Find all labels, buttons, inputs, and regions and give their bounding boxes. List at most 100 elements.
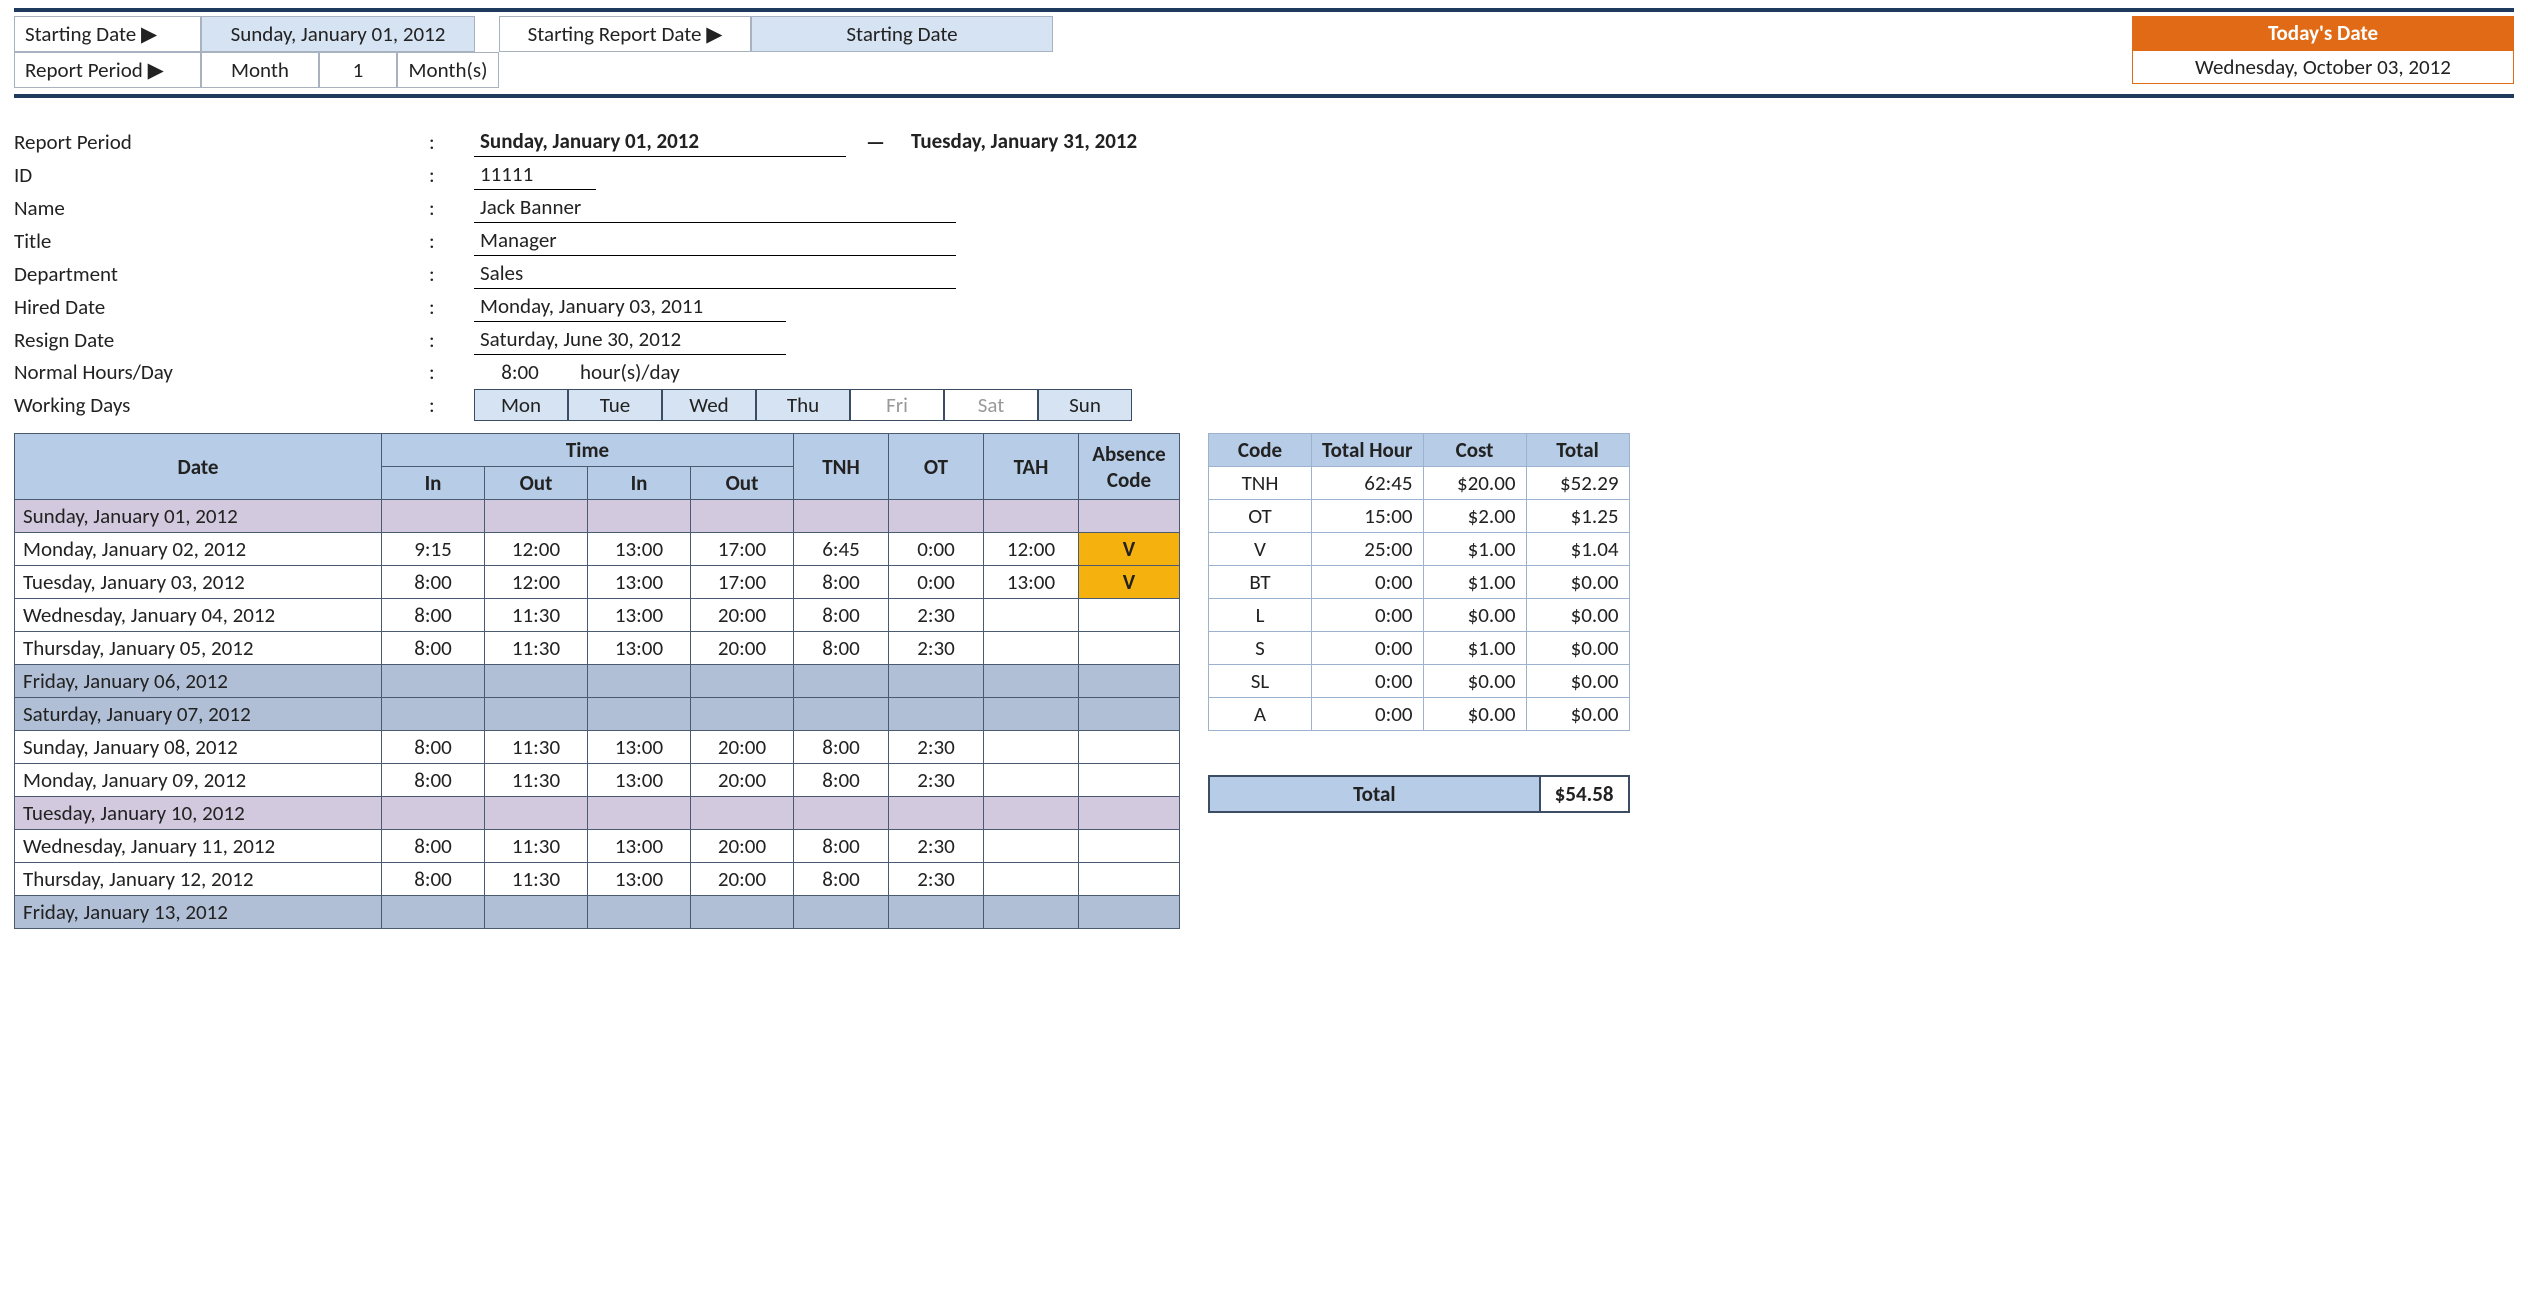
cell-tnh: 8:00 (794, 731, 889, 764)
cell-ot: 2:30 (889, 764, 984, 797)
col-cost: Cost (1423, 434, 1526, 467)
id-value: 11111 (474, 159, 596, 190)
cell-in1 (382, 896, 485, 929)
name-label: Name (14, 195, 429, 221)
cell-out2: 20:00 (691, 599, 794, 632)
cell-tah (984, 830, 1079, 863)
working-days-row: MonTueWedThuFriSatSun (474, 389, 1132, 421)
day-fri: Fri (850, 389, 944, 421)
table-row: Monday, January 02, 20129:1512:0013:0017… (15, 533, 1180, 566)
cell-date: Tuesday, January 03, 2012 (15, 566, 382, 599)
day-mon: Mon (474, 389, 568, 421)
cell-out1: 11:30 (485, 632, 588, 665)
summary-code: V (1209, 533, 1312, 566)
summary-code: SL (1209, 665, 1312, 698)
cell-tnh (794, 665, 889, 698)
report-period-to: Tuesday, January 31, 2012 (905, 126, 1277, 157)
todays-date-label: Today's Date (2132, 16, 2514, 50)
grand-total-value: $54.58 (1539, 777, 1628, 811)
cell-out1 (485, 500, 588, 533)
cell-in1: 8:00 (382, 764, 485, 797)
summary-code: TNH (1209, 467, 1312, 500)
report-period-from: Sunday, January 01, 2012 (474, 126, 846, 157)
cell-ot: 2:30 (889, 830, 984, 863)
title-label: Title (14, 228, 429, 254)
summary-total: $52.29 (1526, 467, 1629, 500)
cell-in2: 13:00 (588, 632, 691, 665)
cell-tah (984, 599, 1079, 632)
cell-in1: 8:00 (382, 830, 485, 863)
cell-out1: 11:30 (485, 764, 588, 797)
cell-date: Wednesday, January 04, 2012 (15, 599, 382, 632)
cell-date: Friday, January 13, 2012 (15, 896, 382, 929)
cell-tah (984, 797, 1079, 830)
summary-row: SL0:00$0.00$0.00 (1209, 665, 1630, 698)
report-period-num[interactable]: 1 (319, 52, 397, 88)
col-out1: Out (485, 467, 588, 500)
summary-cost: $1.00 (1423, 632, 1526, 665)
summary-hour: 25:00 (1312, 533, 1424, 566)
cell-date: Sunday, January 08, 2012 (15, 731, 382, 764)
cell-in2: 13:00 (588, 764, 691, 797)
hired-value: Monday, January 03, 2011 (474, 291, 786, 322)
cell-ot (889, 665, 984, 698)
cell-ot: 2:30 (889, 599, 984, 632)
starting-date-value[interactable]: Sunday, January 01, 2012 (201, 16, 475, 52)
table-row: Wednesday, January 04, 20128:0011:3013:0… (15, 599, 1180, 632)
cell-tnh: 6:45 (794, 533, 889, 566)
cell-ot: 2:30 (889, 632, 984, 665)
summary-hour: 15:00 (1312, 500, 1424, 533)
cell-abs (1079, 830, 1180, 863)
control-bar: Starting Date ▶ Sunday, January 01, 2012… (14, 16, 2514, 88)
cell-date: Saturday, January 07, 2012 (15, 698, 382, 731)
cell-date: Monday, January 09, 2012 (15, 764, 382, 797)
summary-row: A0:00$0.00$0.00 (1209, 698, 1630, 731)
name-value: Jack Banner (474, 192, 956, 223)
cell-tah (984, 863, 1079, 896)
cell-abs: V (1079, 533, 1180, 566)
report-period-month[interactable]: Month (201, 52, 319, 88)
cell-out2: 20:00 (691, 632, 794, 665)
todays-date-value: Wednesday, October 03, 2012 (2132, 50, 2514, 84)
summary-hour: 0:00 (1312, 566, 1424, 599)
cell-in1: 9:15 (382, 533, 485, 566)
cell-tnh (794, 698, 889, 731)
table-row: Sunday, January 01, 2012 (15, 500, 1180, 533)
summary-total: $0.00 (1526, 665, 1629, 698)
cell-tnh (794, 500, 889, 533)
cell-out1 (485, 797, 588, 830)
id-label: ID (14, 162, 429, 188)
cell-in1 (382, 500, 485, 533)
cell-ot: 2:30 (889, 731, 984, 764)
report-period-label2: Report Period (14, 129, 429, 155)
cell-abs (1079, 797, 1180, 830)
normal-hours-value: 8:00 (474, 357, 566, 387)
summary-code: BT (1209, 566, 1312, 599)
resign-label: Resign Date (14, 327, 429, 353)
cell-out2 (691, 665, 794, 698)
summary-cost: $0.00 (1423, 599, 1526, 632)
cell-date: Tuesday, January 10, 2012 (15, 797, 382, 830)
cell-out2: 20:00 (691, 764, 794, 797)
summary-total: $0.00 (1526, 632, 1629, 665)
col-total: Total (1526, 434, 1629, 467)
cell-tah (984, 764, 1079, 797)
starting-report-date-value[interactable]: Starting Date (751, 16, 1053, 52)
cell-tah (984, 500, 1079, 533)
hired-label: Hired Date (14, 294, 429, 320)
summary-row: BT0:00$1.00$0.00 (1209, 566, 1630, 599)
summary-total: $0.00 (1526, 698, 1629, 731)
summary-hour: 62:45 (1312, 467, 1424, 500)
cell-ot (889, 896, 984, 929)
cell-abs (1079, 599, 1180, 632)
summary-code: OT (1209, 500, 1312, 533)
cell-tnh: 8:00 (794, 632, 889, 665)
cell-out1: 11:30 (485, 830, 588, 863)
cell-out1 (485, 698, 588, 731)
divider-top (14, 8, 2514, 12)
cell-date: Sunday, January 01, 2012 (15, 500, 382, 533)
table-row: Friday, January 13, 2012 (15, 896, 1180, 929)
cell-date: Friday, January 06, 2012 (15, 665, 382, 698)
table-row: Friday, January 06, 2012 (15, 665, 1180, 698)
cell-date: Wednesday, January 11, 2012 (15, 830, 382, 863)
